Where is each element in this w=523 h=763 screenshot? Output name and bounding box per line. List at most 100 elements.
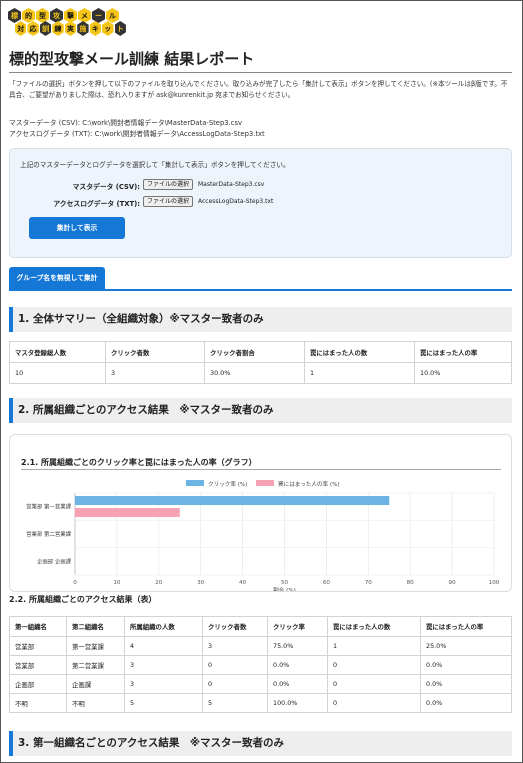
summary-cell: 30.0% [204,362,305,384]
table-cell: 3 [124,655,203,675]
file-paths: マスターデータ (CSV): C:\work\開封者情報データ\MasterDa… [9,118,265,140]
logo-hex: キ [89,21,102,36]
logo-hex: 応 [27,21,39,36]
logo-hex: 対 [15,21,27,36]
legend-label: 罠にはまった人の率 (%) [278,480,340,488]
access-file-row: アクセスログデータ (TXT): ファイルの選択 AccessLogData-S… [10,196,513,208]
summary-col-header: クリック者数 [105,341,205,363]
legend-swatch [256,480,274,486]
tally-display-button[interactable]: 集計して表示 [29,217,125,239]
org-col-header: 所属組織の人数 [124,616,203,637]
summary-cell: 1 [304,362,415,384]
x-tick-label: 20 [155,580,163,586]
master-file-label: マスタデータ (CSV): [72,183,140,191]
access-path: アクセスログデータ (TXT): C:\work\開封者情報データ\Access… [9,130,265,138]
table-cell: 3 [124,674,203,694]
table-cell: 100.0% [267,693,328,713]
x-tick-label: 40 [239,580,247,586]
logo-hex: 練 [52,21,64,36]
legend-swatch [186,480,204,486]
summary-cell: 10 [9,362,106,384]
org-col-header: 第二組織名 [66,616,125,637]
upload-hint: 上記のマスターデータとログデータを選択して「集計して表示」ボタンを押してください… [20,161,290,169]
x-tick-label: 30 [197,580,205,586]
tab-ignore-group[interactable]: グループ名を無視して集計 [9,267,105,290]
bar-chart: クリック率 (%) 罠にはまった人の率 (%) 0 10 20 30 40 50 60 70 80 9… [26,480,500,591]
table-cell: 0 [327,655,421,675]
x-tick-label: 10 [113,580,121,586]
table-cell: 0 [327,674,421,694]
y-tick-label: 企画部 企画課 [37,557,72,565]
table-cell: 75.0% [267,636,328,656]
logo-hex: 施 [77,21,89,36]
x-tick-label: 70 [365,580,373,586]
table-cell: 4 [124,636,203,656]
table-cell: 営業部 [9,636,67,656]
table-cell: 不明 [9,693,67,713]
access-file-name: AccessLogData-Step3.txt [198,198,274,205]
section2-heading: 2. 所属組織ごとのアクセス結果 ※マスター致者のみ [9,398,512,423]
summary-col-header: 罠にはまった人の数 [304,341,415,363]
bar-trap-rate [75,508,180,517]
org-col-header: 罠にはまった人の数 [327,616,421,637]
table-row: 不明 不明 5 5 100.0% 0 0.0% [9,693,512,713]
master-file-choose-button[interactable]: ファイルの選択 [143,179,194,190]
logo-hex: ト [114,21,126,36]
summary-cell: 3 [105,362,205,384]
y-tick-label: 営業部 第一営業課 [26,503,71,511]
master-path: マスターデータ (CSV): C:\work\開封者情報データ\MasterDa… [9,119,243,127]
tab-underline [9,289,512,291]
x-tick-label: 50 [281,580,289,586]
table-cell: 3 [202,636,268,656]
access-file-label: アクセスログデータ (TXT): [53,200,140,208]
table-cell: 25.0% [420,636,512,656]
title-divider [9,72,512,73]
chart-card: 2.1. 所属組織ごとのクリック率と罠にはまった人の率（グラフ） クリック率 (… [9,434,512,592]
table-row: 企画部 企画課 3 0 0.0% 0 0.0% [9,674,512,694]
x-tick-label: 0 [73,580,77,586]
page-title: 標的型攻撃メール訓練 結果レポート [9,50,255,68]
table-cell: 不明 [66,693,125,713]
logo-hex: ッ [102,21,114,36]
table-cell: 0.0% [267,674,328,694]
summary-col-header: 罠にはまった人の率 [414,341,512,363]
table-cell: 企画課 [66,674,125,694]
table-cell: 0.0% [267,655,328,675]
table-cell: 5 [124,693,203,713]
logo-hex: 実 [64,21,77,36]
table-cell: 0 [202,674,268,694]
table-heading: 2.2. 所属組織ごとのアクセス結果（表） [9,595,157,604]
table-row: 営業部 第一営業課 4 3 75.0% 1 25.0% [9,636,512,656]
master-file-name: MasterData-Step3.csv [198,181,265,188]
table-cell: 第二営業課 [66,655,125,675]
table-cell: 0.0% [420,655,512,675]
access-file-choose-button[interactable]: ファイルの選択 [143,196,194,207]
y-tick-label: 営業部 第二営業課 [26,530,71,538]
section1-heading: 1. 全体サマリー（全組織対象）※マスター致者のみ [9,307,512,332]
summary-col-header: マスタ登録総人数 [9,341,106,363]
section3-heading: 3. 第一組織名ごとのアクセス結果 ※マスター致者のみ [9,731,512,756]
org-results-table: 第一組織名 第二組織名 所属組織の人数 クリック者数 クリック率 罠にはまった人… [9,616,512,713]
legend-label: クリック率 (%) [208,480,247,488]
org-col-header: クリック者数 [202,616,268,637]
table-cell: 0 [327,693,421,713]
table-cell: 企画部 [9,674,67,694]
summary-cell: 10.0% [414,362,512,384]
summary-table: マスタ登録総人数 クリック者数 クリック者割合 罠にはまった人の数 罠にはまった… [9,341,512,384]
table-cell: 0 [202,655,268,675]
table-cell: 5 [202,693,268,713]
bar-click-rate [75,496,390,505]
x-tick-label: 80 [407,580,415,586]
table-cell: 営業部 [9,655,67,675]
summary-col-header: クリック者割合 [204,341,305,363]
table-cell: 0.0% [420,674,512,694]
intro-text: 「ファイルの選択」ボタンを押して以下のファイルを取り込んでください。取り込みが完… [9,80,508,99]
x-tick-label: 100 [489,580,500,586]
kit-logo: 標的型攻撃メール 対応訓練実施キット [8,8,126,40]
logo-hex: 訓 [39,21,52,36]
upload-panel: 上記のマスターデータとログデータを選択して「集計して表示」ボタンを押してください… [9,148,512,258]
x-tick-label: 90 [449,580,457,586]
org-col-header: クリック率 [267,616,328,637]
master-file-row: マスタデータ (CSV): ファイルの選択 MasterData-Step3.c… [10,179,513,191]
table-cell: 0.0% [420,693,512,713]
